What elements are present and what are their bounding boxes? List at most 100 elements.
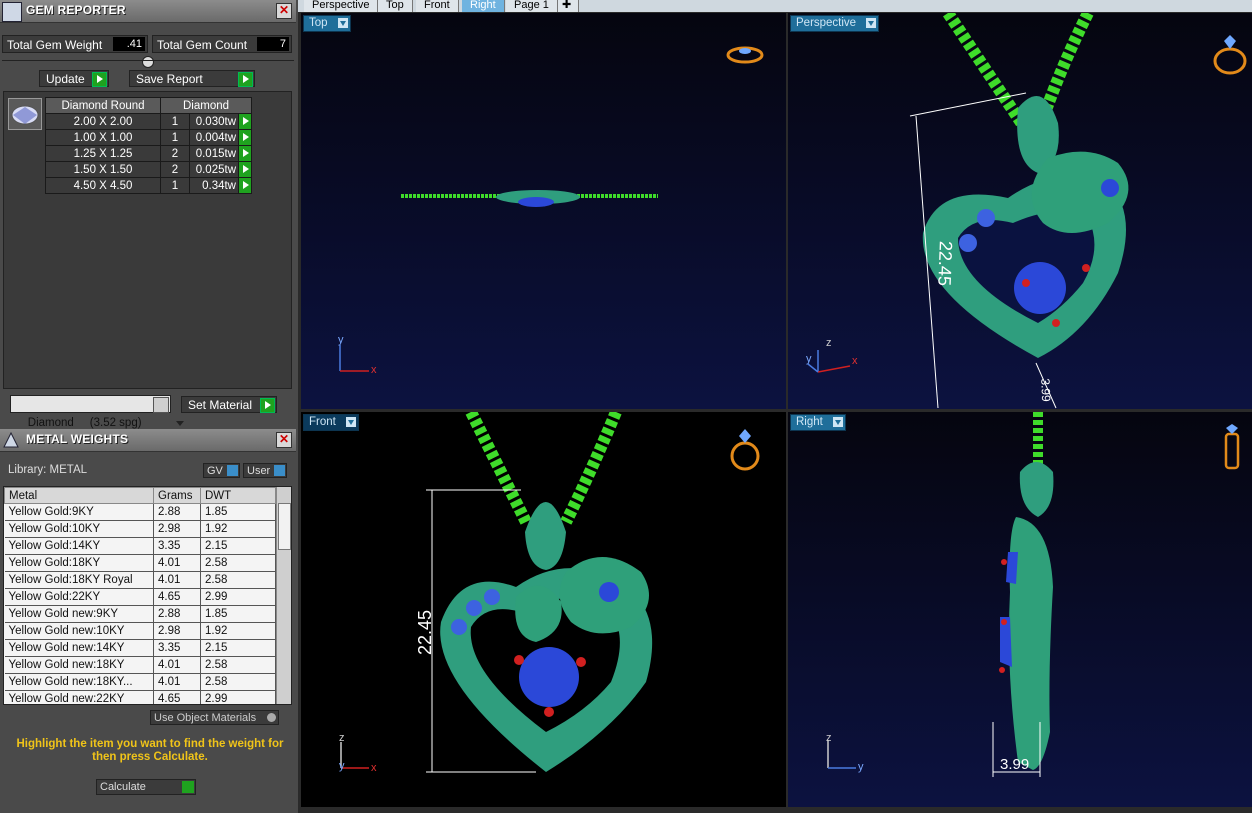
info-icon [274,465,285,476]
height-dimension: 22.45 [415,609,436,656]
material-select[interactable]: Diamond (3.52 spg) [10,395,185,429]
metal-row[interactable]: Yellow Gold:14KY 3.35 2.15 [4,537,276,555]
metal-row[interactable]: Yellow Gold new:9KY 2.88 1.85 [4,605,276,623]
metal-name: Yellow Gold new:18KY... [4,673,154,691]
metal-name: Yellow Gold new:10KY [4,622,154,640]
update-button[interactable]: Update [39,70,109,87]
metal-grams: 2.98 [153,520,201,538]
total-gem-count: Total Gem Count 7 [152,35,292,53]
viewport-top[interactable]: Top y x [301,13,786,409]
metal-name: Yellow Gold:9KY [4,503,154,521]
gem-row-go-icon[interactable] [238,145,252,162]
metal-grams: 2.98 [153,622,201,640]
metal-row[interactable]: Yellow Gold:10KY 2.98 1.92 [4,520,276,538]
divider [2,60,294,61]
metal-grams: 4.01 [153,554,201,572]
collapse-handle[interactable] [142,56,154,68]
metal-grams: 4.01 [153,656,201,674]
gem-row[interactable]: 1.50 X 1.50 2 0.025tw [45,161,252,178]
metal-row[interactable]: Yellow Gold:18KY 4.01 2.58 [4,554,276,572]
metal-name: Yellow Gold new:9KY [4,605,154,623]
gem-row-go-icon[interactable] [238,161,252,178]
metal-dwt: 2.15 [200,537,276,555]
user-toggle[interactable]: User [243,463,287,478]
gem-row[interactable]: 1.00 X 1.00 1 0.004tw [45,129,252,146]
left-panel: GEM REPORTER ✕ Total Gem Weight .41 Tota… [0,0,298,813]
set-material-button[interactable]: Set Material [181,396,277,413]
gem-row-go-icon[interactable] [238,129,252,146]
gem-row-go-icon[interactable] [238,113,252,130]
metal-dwt: 1.85 [200,605,276,623]
metal-dwt: 2.58 [200,571,276,589]
gem-qty: 1 [160,177,190,194]
axis-z-label: z [826,732,832,744]
viewport-right[interactable]: Right 3.99 z y [788,412,1252,807]
radio-icon [267,713,276,722]
gem-table-header-type: Diamond [160,97,252,114]
tab-front[interactable]: Front [416,0,459,12]
metal-header[interactable]: Metal [4,487,154,504]
gv-label: GV [207,465,223,477]
view-tab-bar: Perspective Top Front Right Page 1 ✚ [298,0,1252,12]
instruction-text: Highlight the item you want to find the … [16,738,284,763]
ring-icon [1224,424,1240,470]
scrollbar-thumb[interactable] [278,503,291,550]
viewport-perspective[interactable]: Perspective 22.45 3.99 z y x [788,13,1252,409]
gem-row-go-icon[interactable] [238,177,252,194]
gem-weight: 0.004tw [189,129,239,146]
metal-name: Yellow Gold new:14KY [4,639,154,657]
close-icon[interactable]: ✕ [276,432,292,448]
metal-row[interactable]: Yellow Gold:22KY 4.65 2.99 [4,588,276,606]
depth-dimension: 3.99 [1000,756,1030,773]
use-object-materials-toggle[interactable]: Use Object Materials [150,710,279,725]
metal-row[interactable]: Yellow Gold new:18KY 4.01 2.58 [4,656,276,674]
metal-dwt: 1.85 [200,503,276,521]
gem-row[interactable]: 1.25 X 1.25 2 0.015tw [45,145,252,162]
gem-list-area: Diamond Round Diamond 2.00 X 2.00 1 0.03… [3,91,292,389]
tab-page-1[interactable]: Page 1 [506,0,558,12]
tab-top[interactable]: Top [378,0,413,12]
gem-row[interactable]: 2.00 X 2.00 1 0.030tw [45,113,252,130]
library-label: Library: METAL [8,464,88,476]
chevron-down-icon[interactable] [153,397,185,426]
metal-row[interactable]: Yellow Gold new:10KY 2.98 1.92 [4,622,276,640]
axis-x-label: x [371,364,377,376]
gem-row[interactable]: 4.50 X 4.50 1 0.34tw [45,177,252,194]
metal-name: Yellow Gold:18KY [4,554,154,572]
axis-y-label: y [339,760,345,772]
grams-header[interactable]: Grams [153,487,201,504]
metal-row[interactable]: Yellow Gold new:22KY 4.65 2.99 [4,690,276,704]
save-report-label: Save Report [136,72,203,86]
gem-qty: 2 [160,161,190,178]
metal-name: Yellow Gold:14KY [4,537,154,555]
tab-right[interactable]: Right [462,0,505,12]
metal-row[interactable]: Yellow Gold new:14KY 3.35 2.15 [4,639,276,657]
metal-dwt: 2.58 [200,673,276,691]
dwt-header[interactable]: DWT [200,487,276,504]
total-gem-count-label: Total Gem Count [157,38,248,52]
total-gem-weight: Total Gem Weight .41 [2,35,148,53]
tab-perspective[interactable]: Perspective [304,0,379,12]
metal-name: Yellow Gold new:22KY [4,690,154,704]
metal-row[interactable]: Yellow Gold:9KY 2.88 1.85 [4,503,276,521]
gem-weight: 0.015tw [189,145,239,162]
calculate-button[interactable]: Calculate [96,779,196,795]
metal-table[interactable]: Metal Grams DWT Yellow Gold:9KY 2.88 1.85 … [3,486,292,705]
metal-weights-title: METAL WEIGHTS [26,432,129,446]
metal-row[interactable]: Yellow Gold new:18KY... 4.01 2.58 [4,673,276,691]
metal-grams: 2.88 [153,503,201,521]
material-select-value: Diamond (3.52 spg) [27,417,142,429]
metal-name: Yellow Gold:22KY [4,588,154,606]
metal-dwt: 1.92 [200,520,276,538]
metal-row[interactable]: Yellow Gold:18KY Royal 4.01 2.58 [4,571,276,589]
gv-toggle[interactable]: GV [203,463,240,478]
gem-weight: 0.025tw [189,161,239,178]
metal-table-scrollbar[interactable] [276,487,291,704]
viewport-front[interactable]: Front 22.45 z y x [301,412,786,807]
play-icon [182,781,194,793]
save-report-button[interactable]: Save Report [129,70,255,87]
metal-dwt: 2.15 [200,639,276,657]
close-icon[interactable]: ✕ [276,3,292,19]
add-tab-icon[interactable]: ✚ [558,0,579,12]
gem-reporter-title: GEM REPORTER [26,3,126,17]
